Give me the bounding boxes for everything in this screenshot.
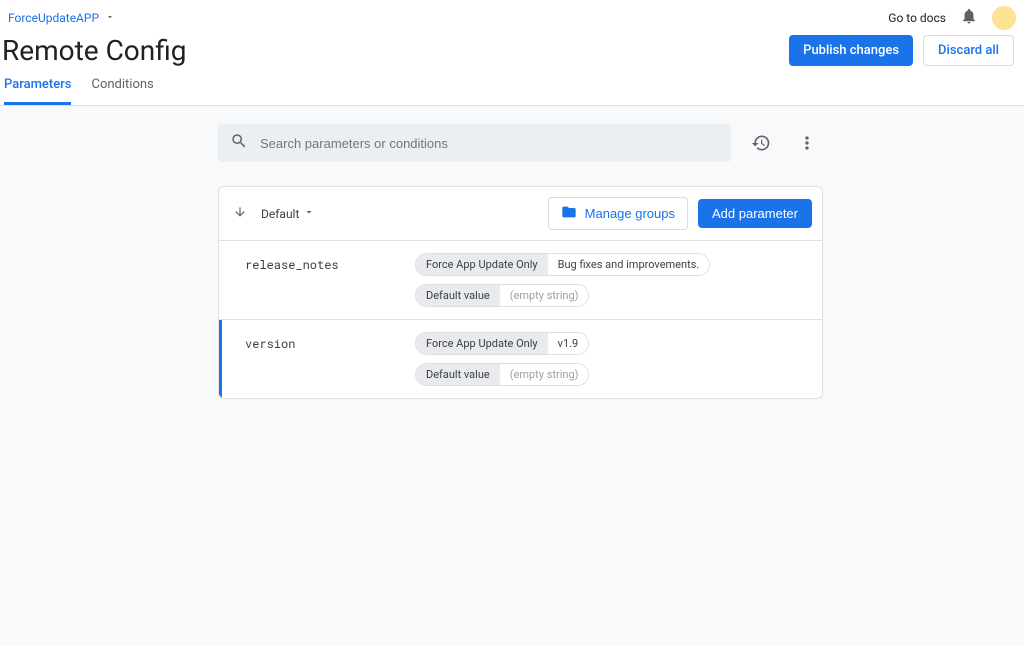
parameter-name: version [245, 332, 415, 386]
value-text: v1.9 [548, 333, 589, 354]
manage-groups-label: Manage groups [585, 206, 675, 221]
top-right-tools: Go to docs [888, 6, 1016, 30]
page-title: Remote Config [2, 34, 186, 67]
go-to-docs-link[interactable]: Go to docs [888, 11, 946, 25]
tab-parameters[interactable]: Parameters [4, 77, 71, 105]
value-chip: Default value(empty string) [415, 363, 589, 386]
parameter-card: Default Manage groups Add parameter [218, 186, 823, 399]
tab-conditions[interactable]: Conditions [91, 77, 153, 105]
manage-groups-button[interactable]: Manage groups [548, 197, 688, 230]
publish-changes-button[interactable]: Publish changes [789, 35, 913, 66]
value-chip: Force App Update Onlyv1.9 [415, 332, 589, 355]
discard-all-button[interactable]: Discard all [923, 35, 1014, 66]
search-input[interactable] [260, 136, 719, 151]
tabs: Parameters Conditions [0, 67, 1024, 106]
more-vert-icon[interactable] [791, 127, 823, 159]
value-condition: Force App Update Only [416, 254, 548, 275]
parameter-values: Force App Update OnlyBug fixes and impro… [415, 253, 808, 307]
value-condition: Force App Update Only [416, 333, 548, 354]
notifications-icon[interactable] [960, 7, 978, 29]
search-icon [230, 132, 248, 154]
history-icon[interactable] [745, 127, 777, 159]
chevron-down-icon [303, 206, 315, 221]
value-text: (empty string) [500, 285, 589, 306]
parameter-row[interactable]: release_notesForce App Update OnlyBug fi… [219, 241, 822, 320]
sort-arrow-icon[interactable] [233, 205, 247, 223]
sort-label: Default [261, 207, 299, 221]
value-chip: Default value(empty string) [415, 284, 589, 307]
sort-dropdown[interactable]: Default [261, 206, 315, 221]
folder-icon [561, 204, 577, 223]
parameter-row[interactable]: versionForce App Update Onlyv1.9 Default … [219, 320, 822, 398]
header-actions: Publish changes Discard all [789, 35, 1014, 66]
avatar[interactable] [992, 6, 1016, 30]
search-box[interactable] [218, 124, 731, 162]
add-parameter-button[interactable]: Add parameter [698, 199, 812, 228]
value-condition: Default value [416, 364, 500, 385]
project-switcher[interactable]: ForceUpdateAPP [4, 9, 119, 27]
parameter-values: Force App Update Onlyv1.9 Default value(e… [415, 332, 808, 386]
value-condition: Default value [416, 285, 500, 306]
parameter-name: release_notes [245, 253, 415, 307]
value-chip: Force App Update OnlyBug fixes and impro… [415, 253, 710, 276]
project-name: ForceUpdateAPP [8, 11, 99, 25]
value-text: (empty string) [500, 364, 589, 385]
chevron-down-icon [105, 11, 115, 25]
value-text: Bug fixes and improvements. [548, 254, 710, 275]
